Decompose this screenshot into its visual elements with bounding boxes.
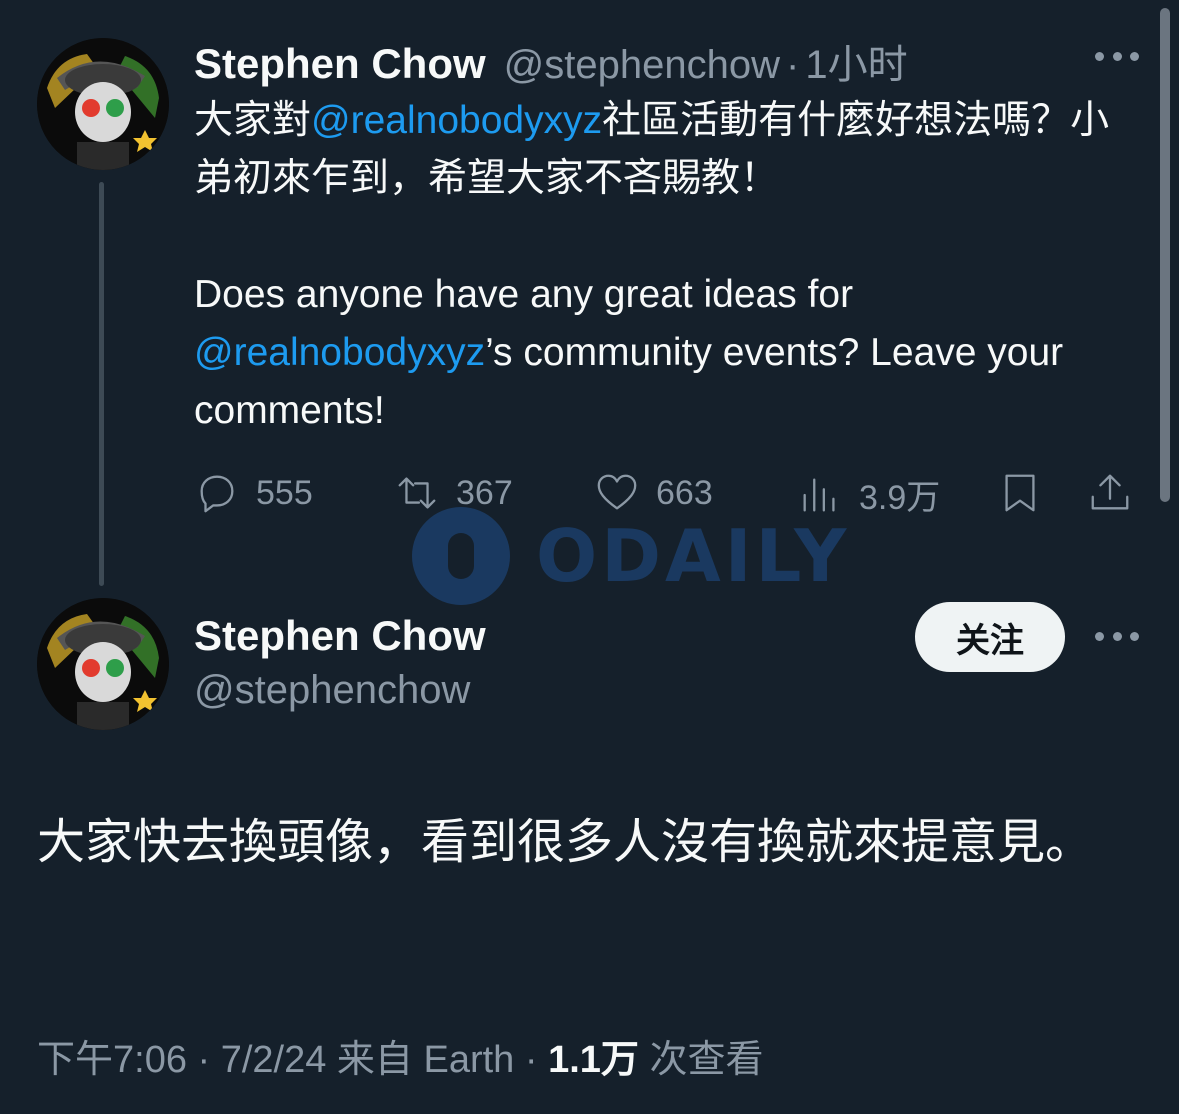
watermark-text: ODAILY — [536, 514, 851, 598]
thread-line — [99, 182, 104, 586]
author-name[interactable]: Stephen Chow — [194, 40, 486, 88]
text-en-before: Does anyone have any great ideas for — [194, 273, 864, 316]
scrollbar[interactable] — [1160, 8, 1170, 502]
view-count-label: 次查看 — [638, 1039, 764, 1081]
mention-link[interactable]: @realnobodyxyz — [311, 99, 602, 142]
avatar[interactable] — [37, 38, 169, 170]
follow-button[interactable]: 关注 — [915, 602, 1065, 672]
reply-count: 555 — [256, 473, 313, 512]
share-button[interactable] — [1087, 470, 1133, 516]
view-count: 1.1万 — [548, 1039, 639, 1081]
watermark-logo-icon — [412, 507, 510, 605]
views-count: 3.9万 — [859, 479, 941, 517]
tweet-text: 大家對@realnobodyxyz社區活動有什麼好想法嗎？小弟初來乍到，希望大家… — [194, 92, 1134, 440]
mention-link[interactable]: @realnobodyxyz — [194, 331, 485, 374]
bookmark-icon — [1005, 474, 1035, 512]
timestamp[interactable]: 1小时 — [805, 32, 907, 90]
avatar[interactable] — [37, 598, 169, 730]
tweet-meta: 下午7:06 · 7/2/24 来自 Earth · 1.1万 次查看 — [37, 1028, 763, 1083]
reply-button[interactable]: 555 — [194, 470, 313, 516]
bookmark-button[interactable] — [997, 470, 1043, 516]
author-handle[interactable]: @stephenchow — [504, 43, 780, 88]
watermark: ODAILY — [412, 507, 850, 605]
reply-icon — [200, 475, 234, 513]
text-zh-before: 大家對 — [194, 99, 312, 142]
share-icon — [1091, 474, 1129, 510]
separator: · — [786, 43, 800, 87]
tweet-timestamp[interactable]: 下午7:06 · 7/2/24 来自 Earth · — [37, 1039, 548, 1081]
reply-header: Stephen Chow @stephenchow · 1小时 — [194, 32, 908, 90]
more-icon[interactable] — [1095, 49, 1139, 63]
author-handle[interactable]: @stephenchow — [194, 668, 470, 713]
author-name[interactable]: Stephen Chow — [194, 612, 486, 660]
tweet-text: 大家快去換頭像，看到很多人沒有換就來提意見。 — [37, 816, 1094, 869]
more-icon[interactable] — [1095, 629, 1139, 643]
